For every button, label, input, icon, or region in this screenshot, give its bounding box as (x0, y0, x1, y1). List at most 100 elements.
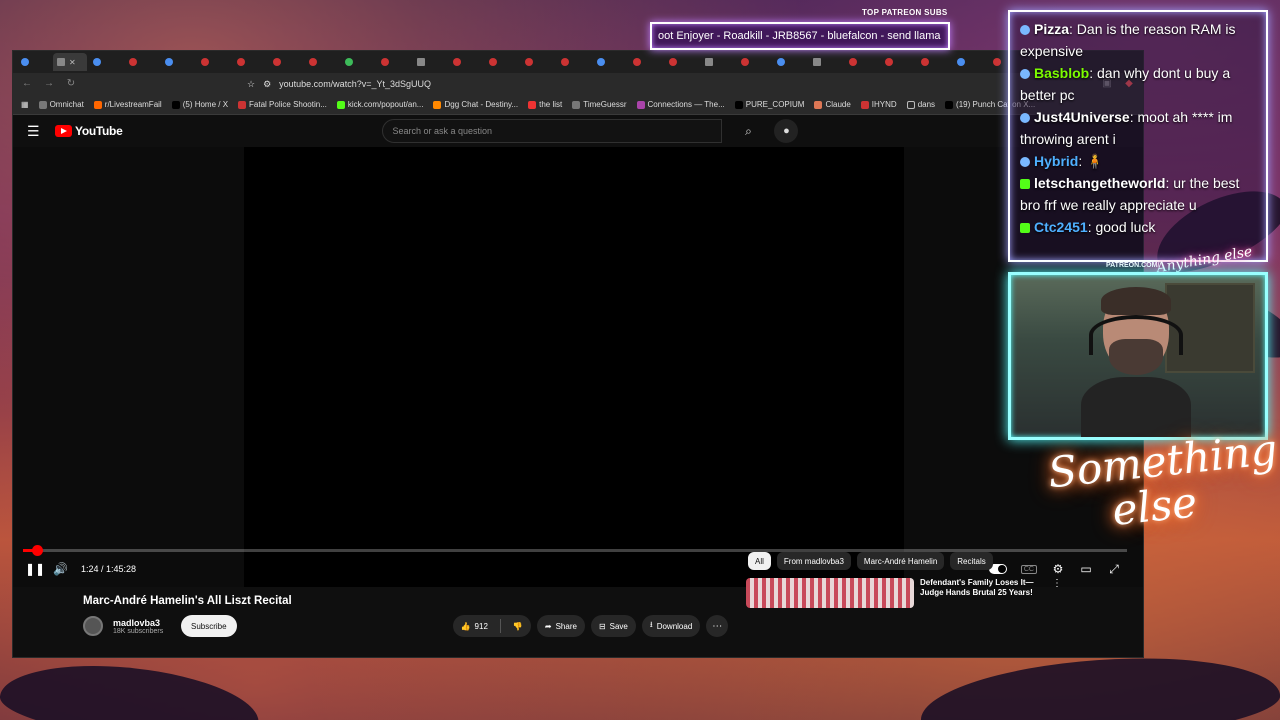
forward-arrow-icon[interactable]: → (43, 78, 55, 90)
url-field[interactable]: ☆ ⚙ youtube.com/watch?v=_Yt_3dSgUUQ (247, 76, 1091, 92)
chat-message: letschangetheworld: ur the best bro frf … (1020, 175, 1240, 213)
like-button[interactable]: 👍 912 (453, 615, 496, 637)
bookmark-item[interactable]: Omnichat (38, 100, 84, 109)
browser-tab[interactable] (737, 53, 771, 71)
recommended-thumbnail[interactable] (746, 578, 914, 608)
chat-overlay: Pizza: Dan is the reason RAM is expensiv… (1008, 10, 1268, 262)
browser-tab[interactable] (341, 53, 375, 71)
download-button[interactable]: ⭳ Download (641, 615, 701, 637)
youtube-logo[interactable]: YouTube (55, 124, 123, 138)
browser-tab[interactable] (197, 53, 231, 71)
close-icon[interactable]: ✕ (69, 58, 76, 67)
browser-tab[interactable] (485, 53, 519, 71)
site-info-icon[interactable]: ⚙ (263, 79, 271, 90)
browser-tab[interactable] (161, 53, 195, 71)
pause-icon[interactable]: ❚❚ (25, 562, 45, 576)
bookmark-item[interactable]: (5) Home / X (171, 100, 228, 109)
like-dislike-group: 👍 912 👎 (452, 615, 531, 637)
more-vert-icon[interactable]: ⋮ (1052, 578, 1062, 608)
browser-tab[interactable] (593, 53, 627, 71)
bookmark-folder[interactable]: dans (906, 100, 935, 109)
dislike-button[interactable]: 👎 (505, 615, 531, 637)
bookmark-item[interactable]: r/LivestreamFail (93, 100, 162, 109)
menu-icon[interactable]: ☰ (27, 123, 41, 140)
search-icon[interactable]: ⌕ (736, 119, 760, 143)
browser-tab[interactable] (845, 53, 879, 71)
fullscreen-icon[interactable]: ⤢ (1107, 562, 1121, 577)
browser-tab[interactable] (953, 53, 987, 71)
channel-info[interactable]: madlovba3 18K subscribers (113, 618, 181, 635)
settings-gear-icon[interactable]: ⚙ (1051, 562, 1065, 576)
video-player[interactable]: ❚❚ 🔊 1:24 / 1:45:28 CC ⚙ ▭ ⤢ (13, 147, 1143, 587)
back-arrow-icon[interactable]: ← (21, 78, 33, 90)
bookmark-item[interactable]: PURE_COPIUM (734, 100, 804, 109)
chip-artist[interactable]: Marc-André Hamelin (856, 552, 945, 570)
action-bar: 👍 912 👎 ➦ Share ⊟ Save ⭳ Download ⋯ (452, 615, 729, 637)
subscriber-count: 18K subscribers (113, 627, 164, 635)
bookmark-item[interactable]: IHYND (860, 100, 897, 109)
browser-tab[interactable] (305, 53, 339, 71)
share-button[interactable]: ➦ Share (536, 615, 585, 637)
browser-tab[interactable] (629, 53, 663, 71)
emote-icon: 🧍 (1086, 153, 1104, 169)
browser-tab[interactable] (665, 53, 699, 71)
browser-tab[interactable] (233, 53, 267, 71)
browser-tab[interactable] (449, 53, 483, 71)
bookmark-item[interactable]: Dgg Chat - Destiny... (433, 100, 518, 109)
browser-tab[interactable] (557, 53, 591, 71)
microphone-icon[interactable]: ● (774, 119, 799, 143)
bookmark-item[interactable]: Connections — The... (636, 100, 725, 109)
chip-recitals[interactable]: Recitals (950, 552, 993, 570)
reload-icon[interactable]: ↻ (65, 78, 77, 90)
subscribe-button[interactable]: Subscribe (181, 615, 237, 637)
bookmark-item[interactable]: Claude (814, 100, 851, 109)
browser-tab[interactable] (881, 53, 915, 71)
browser-tab[interactable] (917, 53, 951, 71)
theater-mode-icon[interactable]: ▭ (1079, 562, 1093, 576)
address-bar: ← → ↻ ☆ ⚙ youtube.com/watch?v=_Yt_3dSgUU… (13, 73, 1143, 95)
browser-tab[interactable] (17, 53, 51, 71)
chip-from-channel[interactable]: From madlovba3 (776, 552, 851, 570)
top-patreon-label: TOP PATREON SUBS (862, 8, 948, 17)
bookmark-star-icon[interactable]: ☆ (247, 79, 255, 90)
thumbs-up-icon: 👍 (460, 621, 471, 631)
browser-tab[interactable] (773, 53, 807, 71)
volume-icon[interactable]: 🔊 (53, 562, 68, 576)
video-frame[interactable] (244, 147, 904, 587)
browser-tab[interactable] (413, 53, 447, 71)
kick-badge-icon (1020, 223, 1030, 234)
browser-tab[interactable] (269, 53, 303, 71)
browser-tab[interactable] (521, 53, 555, 71)
chat-message: Hybrid: 🧍 (1020, 150, 1256, 172)
save-button[interactable]: ⊟ Save (590, 615, 636, 637)
browser-tab-active[interactable]: ✕ (53, 53, 87, 71)
captions-icon[interactable]: CC (1020, 564, 1037, 574)
browser-tab[interactable] (701, 53, 735, 71)
related-filter-chips: All From madlovba3 Marc-André Hamelin Re… (748, 552, 993, 570)
apps-grid-icon[interactable]: ▦ (21, 100, 29, 109)
browser-tab[interactable] (809, 53, 843, 71)
channel-name[interactable]: madlovba3 (113, 618, 181, 628)
browser-tab[interactable] (377, 53, 411, 71)
kick-badge-icon (1020, 179, 1030, 190)
twitch-badge-icon (1020, 113, 1030, 124)
recommended-title[interactable]: Defendant's Family Loses It— Judge Hands… (920, 578, 1040, 608)
browser-tab[interactable] (125, 53, 159, 71)
more-options-icon[interactable]: ⋯ (706, 615, 729, 637)
bookmark-item[interactable]: the list (528, 100, 562, 109)
recommended-video[interactable]: Defendant's Family Loses It— Judge Hands… (746, 578, 1062, 608)
twitch-badge-icon (1020, 69, 1030, 80)
youtube-header: ☰ YouTube Search or ask a question ⌕ ● (13, 115, 1143, 147)
thumbs-down-icon: 👎 (512, 621, 523, 631)
bookmark-item[interactable]: TimeGuessr (572, 100, 627, 109)
progress-scrubber[interactable] (32, 545, 44, 556)
browser-tab[interactable] (89, 53, 123, 71)
webcam-feed (1008, 272, 1268, 440)
bookmark-item[interactable]: kick.com/popout/an... (336, 100, 423, 109)
channel-avatar[interactable] (83, 616, 103, 636)
patreon-url: PATREON.COM/ (1106, 262, 1160, 269)
bookmark-item[interactable]: Fatal Police Shootin... (238, 100, 327, 109)
owner-row: madlovba3 18K subscribers Subscribe 👍 912… (83, 615, 1143, 637)
chip-all[interactable]: All (748, 552, 771, 570)
search-input[interactable]: Search or ask a question (382, 119, 723, 143)
